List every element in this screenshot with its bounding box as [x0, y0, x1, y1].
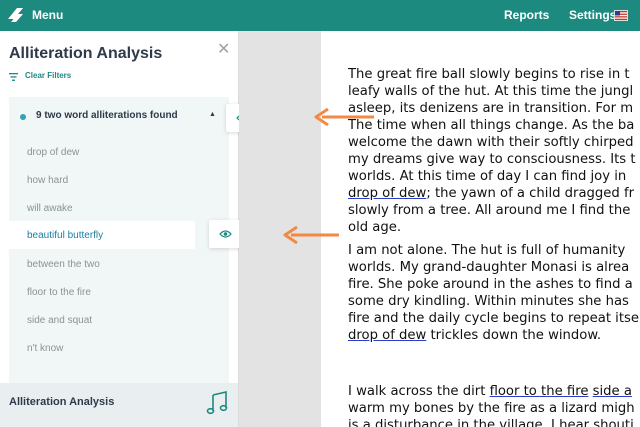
- alliteration-results-panel: 9 two word alliterations found ▲ drop of…: [9, 97, 229, 403]
- list-item[interactable]: n't know: [27, 343, 63, 354]
- settings-link[interactable]: Settings: [569, 8, 616, 22]
- text-line: drop of dew trickles down the window.: [348, 328, 602, 343]
- text-line: drop of dew; the yawn of a child dragged…: [348, 186, 635, 201]
- music-note-icon[interactable]: [206, 391, 228, 415]
- list-item[interactable]: side and squat: [27, 315, 92, 326]
- list-item[interactable]: will awake: [27, 203, 73, 214]
- highlighted-alliteration[interactable]: floor to the fire: [490, 384, 589, 399]
- filter-icon[interactable]: [9, 73, 18, 81]
- sidebar-title: Alliteration Analysis: [9, 45, 163, 62]
- text-line: old age.: [348, 220, 402, 235]
- text-line: I walk across the dirt floor to the fire…: [348, 384, 632, 399]
- reports-link[interactable]: Reports: [504, 8, 549, 22]
- text-line: worlds. At this time of day I can find j…: [348, 169, 627, 184]
- text-line: fire and the daily cycle begins to repea…: [348, 311, 639, 326]
- text-line: my dreams give way to consciousness. Its…: [348, 152, 636, 167]
- text-line: worlds. My grand-daughter Monasi is alre…: [348, 260, 630, 275]
- list-item[interactable]: floor to the fire: [27, 287, 91, 298]
- list-item[interactable]: drop of dew: [27, 147, 79, 158]
- text-line: warm my bones by the fire as a lizard mi…: [348, 401, 635, 416]
- paragraph-3: I walk across the dirt floor to the fire…: [348, 383, 635, 427]
- status-dot-icon: [20, 114, 26, 120]
- highlighted-alliteration[interactable]: drop of dew: [348, 186, 426, 201]
- text-line: The great fire ball slowly begins to ris…: [348, 67, 630, 82]
- us-flag-icon: [614, 10, 628, 21]
- annotation-arrow-icon: [314, 108, 374, 126]
- text-line: asleep, its denizens are in transition. …: [348, 101, 634, 116]
- clear-filters-link[interactable]: Clear Filters: [25, 71, 71, 80]
- app-logo-icon[interactable]: [6, 5, 26, 25]
- alliteration-sidebar: Alliteration Analysis ✕ Clear Filters 9 …: [0, 31, 239, 427]
- text-line: I am not alone. The hut is full of human…: [348, 243, 626, 258]
- paragraph-2: I am not alone. The hut is full of human…: [348, 242, 639, 344]
- list-item-label: beautiful butterfly: [27, 230, 104, 241]
- top-navigation-bar: Menu Reports Settings: [0, 0, 640, 31]
- text-line: welcome the dawn with their softly chirp…: [348, 135, 634, 150]
- text-line: slowly from a tree. All around me I find…: [348, 203, 631, 218]
- highlighted-alliteration[interactable]: side a: [593, 384, 632, 399]
- close-icon[interactable]: ✕: [217, 39, 230, 59]
- list-item[interactable]: between the two: [27, 259, 100, 270]
- results-count-header[interactable]: 9 two word alliterations found: [36, 110, 178, 121]
- text-line: fire. She poke around in the ashes to fi…: [348, 277, 633, 292]
- text-line: some dry kindling. Within minutes she ha…: [348, 294, 629, 309]
- bottom-section-bar[interactable]: Alliteration Analysis: [0, 383, 238, 427]
- highlighted-alliteration[interactable]: drop of dew: [348, 328, 426, 343]
- list-item[interactable]: how hard: [27, 175, 68, 186]
- bottom-section-title: Alliteration Analysis: [9, 396, 115, 408]
- paragraph-1: The great fire ball slowly begins to ris…: [348, 66, 636, 236]
- text-line: The time when all things change. As the …: [348, 118, 635, 133]
- menu-link[interactable]: Menu: [32, 8, 63, 22]
- document-page: The great fire ball slowly begins to ris…: [321, 31, 640, 427]
- caret-up-icon[interactable]: ▲: [209, 111, 216, 118]
- eye-icon[interactable]: [219, 229, 232, 239]
- annotation-arrow-icon: [283, 226, 339, 244]
- list-item-active[interactable]: beautiful butterfly: [9, 221, 195, 249]
- text-line: leafy walls of the hut. At this time the…: [348, 84, 634, 99]
- text-line: is a disturbance in the village. I hear …: [348, 418, 634, 427]
